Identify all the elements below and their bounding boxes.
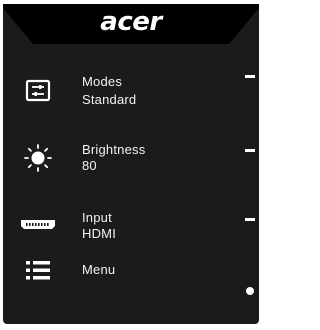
input-value: HDMI [82,226,117,241]
brightness-label: Brightness [82,142,146,157]
menu-item-menu[interactable]: Menu [3,254,259,304]
brightness-value: 80 [82,158,97,173]
menu-label: Menu [82,262,116,277]
menu-icon [26,261,50,280]
key-dot-icon[interactable] [246,287,254,295]
modes-icon [25,79,51,102]
menu-item-modes[interactable]: Modes Standard [3,68,259,118]
menu-item-brightness[interactable]: Brightness 80 [3,137,259,187]
modes-value: Standard [82,92,137,107]
key-minus-2-icon[interactable] [245,149,255,152]
hdmi-input-icon [21,220,55,229]
menu-item-input[interactable]: Input HDMI [3,206,259,256]
brightness-icon [24,144,52,172]
modes-label: Modes [82,74,123,89]
osd-menu-panel: acer Modes Standard Brightness 80 Input … [3,4,259,324]
input-label: Input [82,210,112,225]
osd-header: acer [3,4,259,46]
key-minus-1-icon[interactable] [245,75,255,78]
key-minus-3-icon[interactable] [245,218,255,221]
acer-logo: acer [100,7,162,37]
